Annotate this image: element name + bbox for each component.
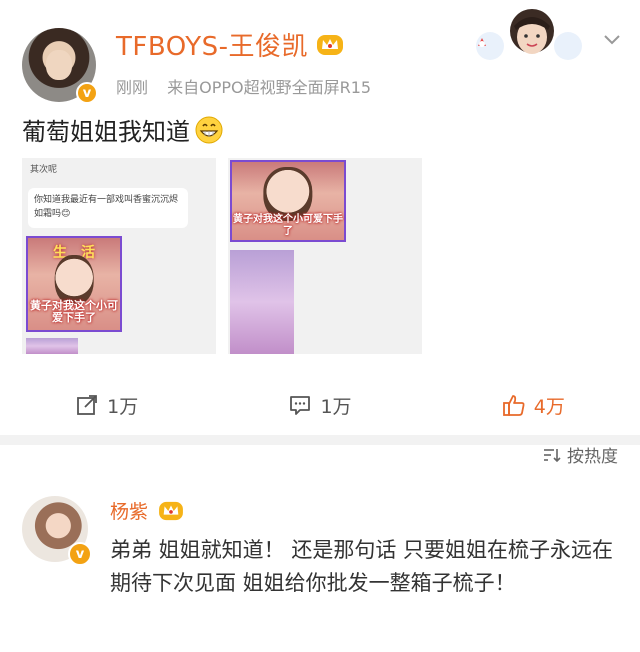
commenter-name[interactable]: 杨紫	[110, 497, 148, 524]
crown-icon	[158, 500, 184, 522]
like-icon	[502, 395, 525, 416]
author-name-row: TFBOYS-王俊凯	[116, 26, 344, 63]
like-count: 4万	[533, 395, 565, 418]
grin-emoji-icon	[195, 116, 223, 143]
image-2-caption: 黄子对我这个小可爱下手了	[233, 214, 343, 237]
chevron-down-icon[interactable]	[603, 30, 621, 48]
post-meta: 刚刚 来自OPPO超视野全面屏R15	[116, 74, 371, 98]
comment-text: 弟弟 姐姐就知道！ 还是那句话 只要姐姐在梳子永远在 期待下次见面 姐姐给你批发…	[110, 538, 614, 595]
crown-icon	[316, 33, 344, 57]
post-time: 刚刚	[116, 78, 149, 97]
post-text: 葡萄姐姐我知道	[22, 118, 190, 146]
image-1-poster: 生 活 黄子对我这个小可爱下手了	[26, 236, 122, 332]
post-image-2[interactable]: 黄子对我这个小可爱下手了	[228, 158, 422, 354]
sort-toggle[interactable]: 按热度	[543, 442, 618, 467]
weibo-post: v TFBOYS-王俊凯 刚刚 来自OPPO超视野全面屏R15 葡萄姐姐我知道	[0, 0, 640, 435]
card-decoration-icon	[476, 9, 582, 60]
comment-icon	[290, 396, 311, 415]
verified-badge-icon: v	[68, 542, 92, 566]
image-2-thumb	[230, 250, 294, 354]
post-image-1[interactable]: 其次呢 你知道我最近有一部戏叫香蜜沉沉烬如霜吗😊 生 活 黄子对我这个小可爱下手…	[22, 158, 216, 354]
avatar-face	[46, 50, 72, 80]
author-name[interactable]: TFBOYS-王俊凯	[116, 26, 308, 63]
image-1-chat-bubble: 你知道我最近有一部戏叫香蜜沉沉烬如霜吗😊	[28, 188, 188, 228]
image-1-label: 其次呢	[30, 165, 58, 175]
like-button[interactable]: 4万	[427, 384, 640, 426]
image-1-thumb	[26, 338, 78, 354]
repost-button[interactable]: 1万	[0, 384, 213, 426]
repost-icon	[77, 395, 98, 415]
action-bar: 1万 1万 4万	[0, 384, 640, 426]
sort-label: 按热度	[567, 447, 618, 467]
image-1-caption: 黄子对我这个小可爱下手了	[30, 299, 118, 324]
verified-badge-icon: v	[76, 82, 98, 104]
sort-icon	[544, 448, 561, 462]
post-text-row: 葡萄姐姐我知道	[22, 112, 224, 147]
comment-count: 1万	[320, 395, 352, 418]
comment-button[interactable]: 1万	[213, 384, 426, 426]
image-2-poster: 黄子对我这个小可爱下手了	[230, 160, 346, 242]
commenter-avatar[interactable]: v	[22, 496, 92, 566]
repost-count: 1万	[107, 395, 139, 418]
commenter-name-row: 杨紫	[110, 497, 184, 524]
author-avatar[interactable]: v	[22, 28, 98, 104]
image-1-face	[54, 254, 94, 306]
post-source[interactable]: 来自OPPO超视野全面屏R15	[167, 78, 371, 97]
